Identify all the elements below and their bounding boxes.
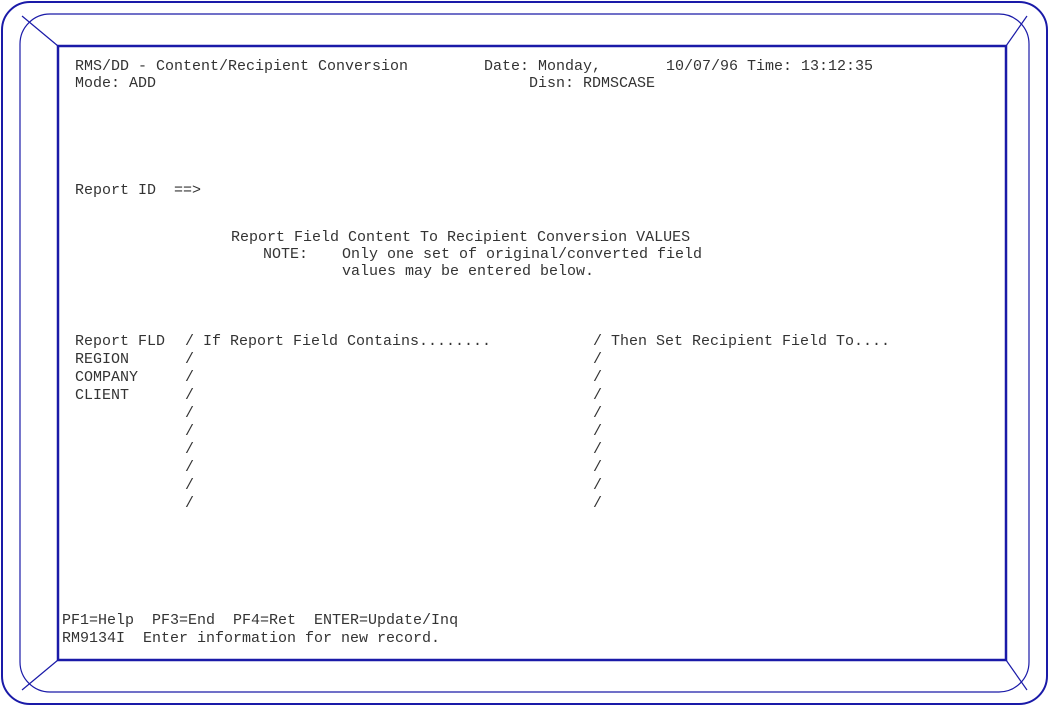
row-separator: /: [185, 423, 195, 440]
row-report-fld-input[interactable]: [75, 369, 175, 385]
note-label: NOTE:: [263, 246, 309, 263]
row-set-to-input[interactable]: [611, 423, 991, 439]
row-separator: /: [185, 441, 195, 458]
row-set-to-input[interactable]: [611, 441, 991, 457]
col-separator: /: [593, 333, 603, 350]
row-separator: /: [593, 369, 603, 386]
row-set-to-input[interactable]: [611, 369, 991, 385]
row-separator: /: [185, 459, 195, 476]
note-line-2: values may be entered below.: [342, 263, 595, 280]
conversion-heading: Report Field Content To Recipient Conver…: [231, 229, 691, 246]
report-id-label: Report ID: [75, 182, 157, 199]
row-contains-input[interactable]: [203, 441, 583, 457]
time-value: 13:12:35: [801, 58, 874, 75]
col-header-contains: If Report Field Contains........: [203, 333, 492, 350]
row-report-fld-input[interactable]: [75, 495, 175, 511]
disn-label: Disn:: [529, 75, 575, 92]
mode-value: ADD: [129, 75, 157, 92]
row-contains-input[interactable]: [203, 477, 583, 493]
row-report-fld-input[interactable]: [75, 405, 175, 421]
row-separator: /: [593, 351, 603, 368]
row-report-fld-input[interactable]: [75, 459, 175, 475]
row-separator: /: [185, 387, 195, 404]
pf-key-legend: PF1=Help PF3=End PF4=Ret ENTER=Update/In…: [62, 612, 459, 629]
row-separator: /: [593, 405, 603, 422]
date-day: Monday,: [538, 58, 602, 75]
disn-value: RDMSCASE: [583, 75, 656, 92]
row-separator: /: [593, 423, 603, 440]
report-id-arrow: ==>: [174, 182, 202, 199]
row-contains-input[interactable]: [203, 459, 583, 475]
report-id-input[interactable]: [210, 182, 390, 198]
row-contains-input[interactable]: [203, 423, 583, 439]
row-report-fld-input[interactable]: [75, 387, 175, 403]
row-report-fld-input[interactable]: [75, 477, 175, 493]
row-separator: /: [185, 405, 195, 422]
note-line-1: Only one set of original/converted field: [342, 246, 703, 263]
row-separator: /: [185, 369, 195, 386]
row-separator: /: [593, 387, 603, 404]
row-contains-input[interactable]: [203, 495, 583, 511]
row-separator: /: [185, 495, 195, 512]
row-set-to-input[interactable]: [611, 477, 991, 493]
row-set-to-input[interactable]: [611, 351, 991, 367]
row-separator: /: [185, 351, 195, 368]
row-set-to-input[interactable]: [611, 459, 991, 475]
col-header-report-fld: Report FLD: [75, 333, 166, 350]
row-separator: /: [593, 459, 603, 476]
row-separator: /: [593, 477, 603, 494]
row-report-fld-input[interactable]: [75, 423, 175, 439]
mode-label: Mode:: [75, 75, 121, 92]
date-value: 10/07/96: [666, 58, 739, 75]
col-separator: /: [185, 333, 195, 350]
time-label: Time:: [747, 58, 793, 75]
row-separator: /: [593, 441, 603, 458]
row-report-fld-input[interactable]: [75, 351, 175, 367]
row-contains-input[interactable]: [203, 405, 583, 421]
row-contains-input[interactable]: [203, 387, 583, 403]
row-separator: /: [185, 477, 195, 494]
status-message: RM9134I Enter information for new record…: [62, 630, 441, 647]
row-set-to-input[interactable]: [611, 387, 991, 403]
col-header-set-to: Then Set Recipient Field To....: [611, 333, 891, 350]
row-contains-input[interactable]: [203, 369, 583, 385]
row-report-fld-input[interactable]: [75, 441, 175, 457]
screen-title: RMS/DD - Content/Recipient Conversion: [75, 58, 409, 75]
row-set-to-input[interactable]: [611, 405, 991, 421]
row-separator: /: [593, 495, 603, 512]
date-label: Date:: [484, 58, 530, 75]
row-contains-input[interactable]: [203, 351, 583, 367]
row-set-to-input[interactable]: [611, 495, 991, 511]
